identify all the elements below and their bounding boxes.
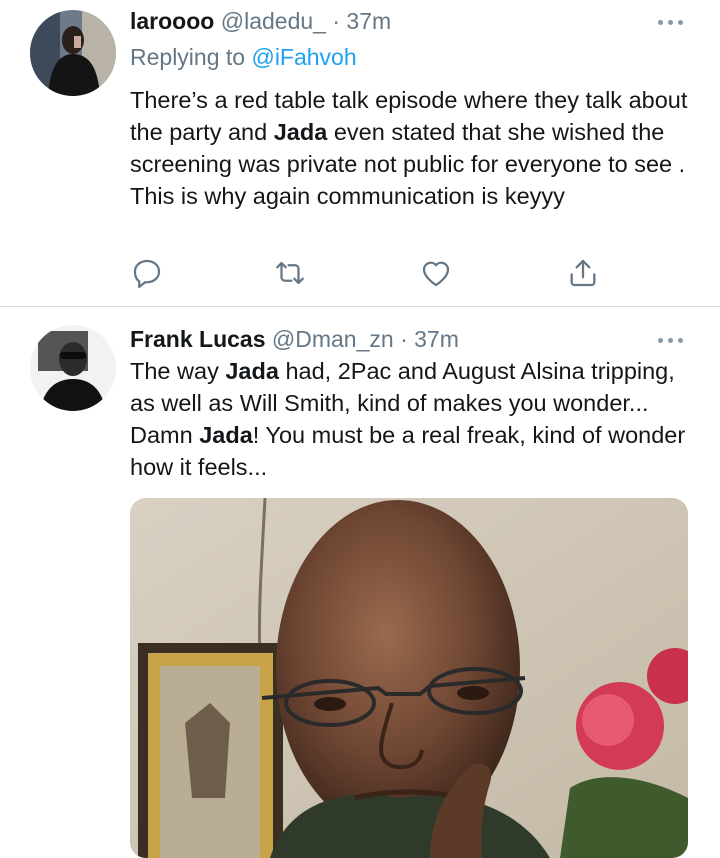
replying-to: Replying to @iFahvoh bbox=[130, 42, 357, 72]
reply-to-handle-link[interactable]: @iFahvoh bbox=[251, 44, 356, 70]
user-handle[interactable]: @Dman_zn bbox=[272, 326, 394, 352]
separator-dot: · bbox=[400, 326, 408, 352]
tweet-actions bbox=[130, 256, 600, 290]
like-icon[interactable] bbox=[419, 256, 453, 290]
share-icon[interactable] bbox=[566, 256, 600, 290]
user-handle[interactable]: @ladedu_ bbox=[221, 8, 326, 34]
tweet-media-photo[interactable] bbox=[130, 498, 688, 858]
replying-to-label: Replying to bbox=[130, 44, 246, 70]
tweet-text: The way Jada had, 2Pac and August Alsina… bbox=[130, 358, 686, 480]
timestamp[interactable]: 37m bbox=[414, 326, 459, 352]
separator-dot: · bbox=[332, 8, 341, 34]
display-name[interactable]: laroooo bbox=[130, 8, 214, 34]
tweet-header: laroooo @ladedu_ · 37m bbox=[130, 6, 391, 36]
retweet-icon[interactable] bbox=[273, 256, 307, 290]
avatar[interactable] bbox=[30, 325, 116, 411]
timestamp[interactable]: 37m bbox=[346, 8, 391, 34]
reply-icon[interactable] bbox=[130, 256, 164, 290]
avatar[interactable] bbox=[30, 10, 116, 96]
tweet-1[interactable]: laroooo @ladedu_ · 37m Replying to @iFah… bbox=[0, 0, 720, 305]
avatar-photo bbox=[30, 10, 116, 96]
more-options-icon[interactable] bbox=[658, 17, 688, 27]
tweet-header: Frank Lucas @Dman_zn · 37m bbox=[130, 324, 459, 354]
photo-image bbox=[130, 498, 688, 858]
tweet-text: There’s a red table talk episode where t… bbox=[130, 87, 688, 209]
more-options-icon[interactable] bbox=[658, 335, 688, 345]
avatar-photo bbox=[30, 325, 116, 411]
display-name[interactable]: Frank Lucas bbox=[130, 326, 266, 352]
